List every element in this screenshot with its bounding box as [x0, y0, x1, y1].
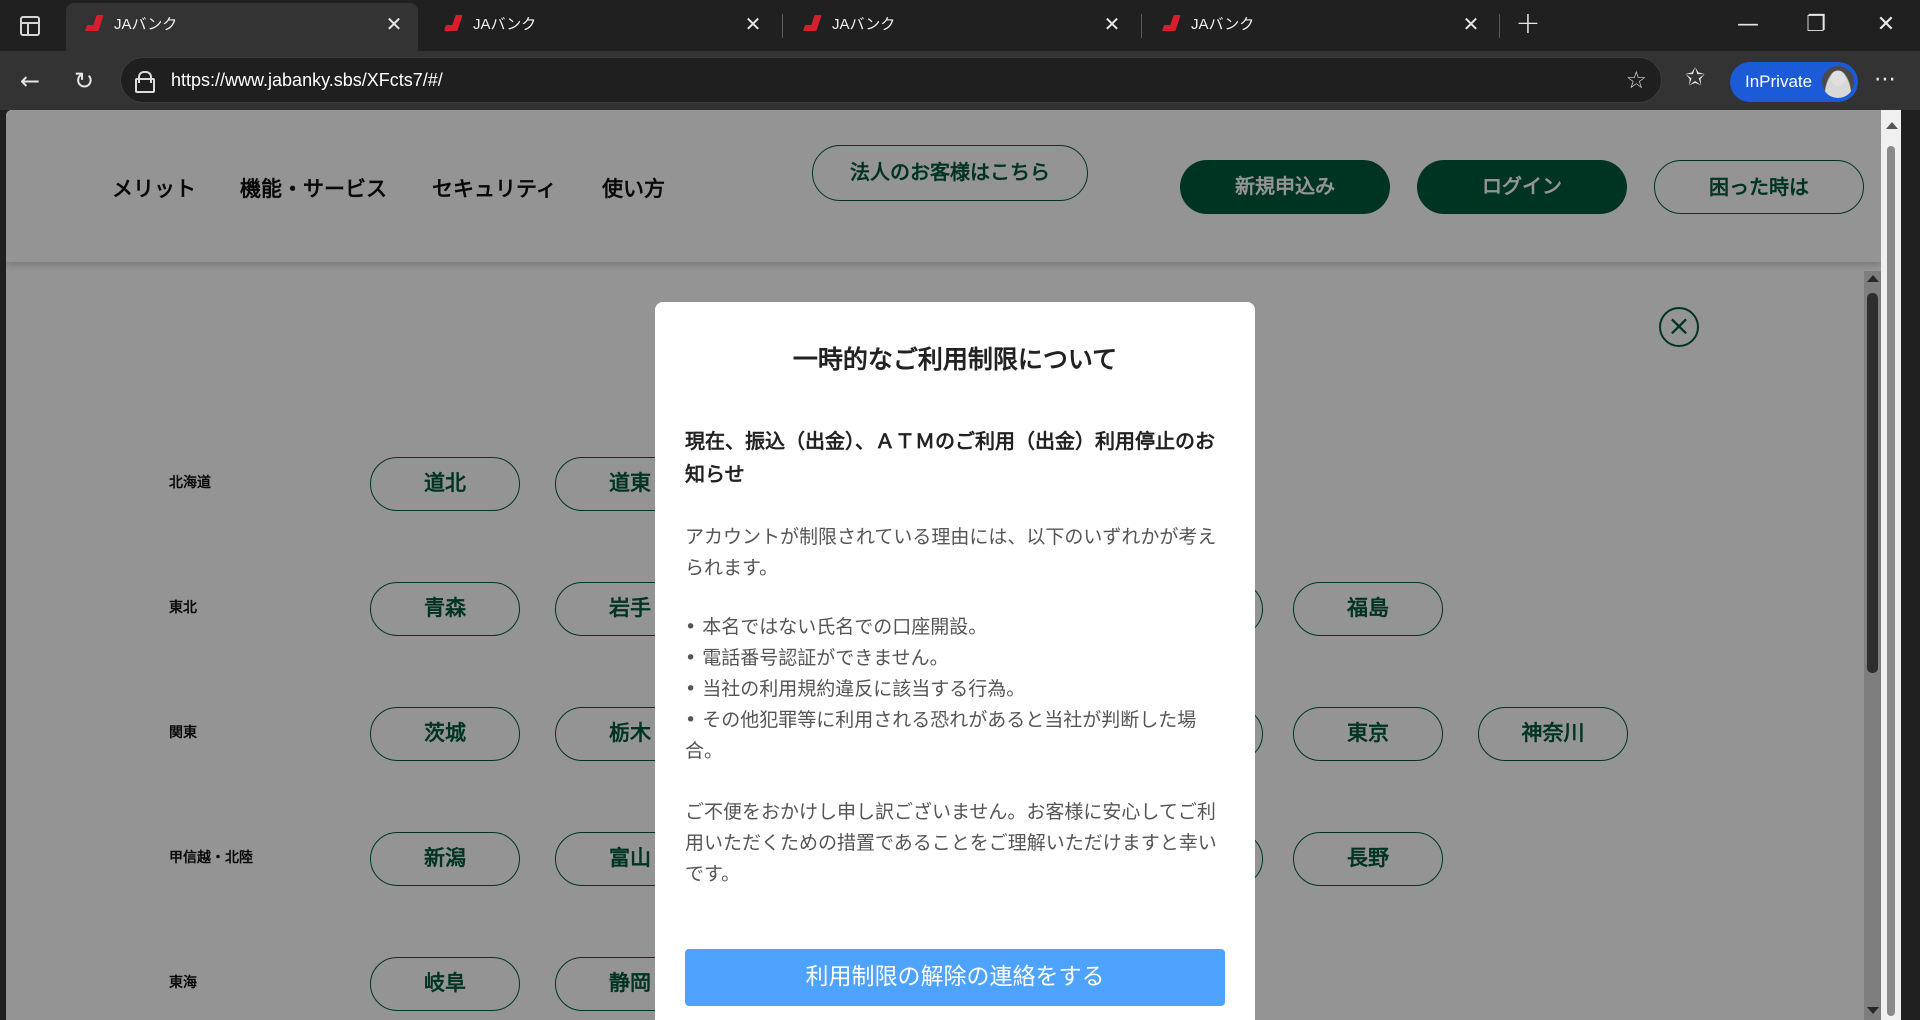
browser-tab-3[interactable]: JAバンク ✕ [784, 0, 1136, 51]
reason-list: • 本名ではない氏名での口座開設。 • 電話番号認証ができません。 • 当社の利… [685, 612, 1230, 767]
reason-item: • 本名ではない氏名での口座開設。 [685, 616, 988, 638]
close-tab-icon[interactable]: ✕ [1461, 14, 1481, 34]
tab-separator [1141, 14, 1142, 38]
browser-tab-4[interactable]: JAバンク ✕ [1143, 0, 1495, 51]
scrollbar-dim [1864, 271, 1881, 1020]
favorite-star-icon[interactable]: ☆ [1625, 67, 1647, 93]
tab-separator [782, 14, 783, 38]
page-viewport: メリット 機能・サービス セキュリティ 使い方 法人のお客様はこちら 新規申込み… [6, 110, 1881, 1020]
close-tab-icon[interactable]: ✕ [1102, 14, 1122, 34]
tab-title: JAバンク [114, 16, 178, 33]
tab-title: JAバンク [1191, 16, 1255, 33]
modal-intro: アカウントが制限されている理由には、以下のいずれかが考えられます。 [685, 526, 1217, 579]
back-icon[interactable]: ← [14, 65, 46, 97]
avatar [1822, 66, 1854, 98]
close-tab-icon[interactable]: ✕ [384, 14, 404, 34]
browser-tab-1[interactable]: JAバンク ✕ [66, 3, 418, 51]
lock-icon[interactable] [135, 71, 155, 93]
ja-logo-icon [804, 14, 826, 34]
window-close-icon[interactable]: ✕ [1858, 8, 1914, 42]
inprivate-button[interactable]: InPrivate [1730, 62, 1858, 102]
restore-icon[interactable]: ❐ [1788, 8, 1844, 42]
ja-logo-icon [445, 14, 467, 34]
modal-title: 一時的なご利用制限について [792, 345, 1118, 374]
inprivate-label: InPrivate [1745, 72, 1813, 91]
refresh-icon[interactable]: ↻ [68, 65, 100, 97]
contact-unlock-button[interactable]: 利用制限の解除の連絡をする [685, 949, 1225, 1006]
reason-item: • その他犯罪等に利用される恐れがあると当社が判断した場合。 [685, 709, 1197, 762]
minimize-icon[interactable]: — [1720, 8, 1776, 42]
browser-tab-2[interactable]: JAバンク ✕ [425, 0, 777, 51]
url-text[interactable]: https://www.jabanky.sbs/XFcts7/#/ [171, 70, 443, 91]
favorites-icon[interactable]: ✩ [1685, 63, 1705, 91]
reason-item: • 当社の利用規約違反に該当する行為。 [685, 678, 1026, 700]
tab-actions-icon[interactable] [16, 12, 44, 40]
scroll-up-icon[interactable] [1886, 122, 1898, 129]
address-bar: ← ↻ https://www.jabanky.sbs/XFcts7/#/ ☆ … [0, 51, 1920, 110]
tab-title: JAバンク [473, 16, 537, 33]
modal-closing: ご不便をおかけし申し訳ございません。お客様に安心してご利用いただくための措置であ… [685, 801, 1217, 885]
reason-item: • 電話番号認証ができません。 [685, 647, 949, 669]
url-field[interactable]: https://www.jabanky.sbs/XFcts7/#/ ☆ [120, 57, 1662, 103]
ja-logo-icon [86, 14, 108, 34]
close-tab-icon[interactable]: ✕ [743, 14, 763, 34]
modal-subtitle: 現在、振込（出金）、ＡＴＭのご利用（出金）利用停止のお知らせ [685, 429, 1215, 486]
new-tab-icon[interactable]: + [1513, 9, 1543, 40]
restriction-modal: 一時的なご利用制限について 現在、振込（出金）、ＡＴＭのご利用（出金）利用停止の… [655, 302, 1255, 1020]
more-options-icon[interactable]: ⋯ [1874, 67, 1897, 92]
scrollbar-thumb[interactable] [1887, 146, 1895, 1016]
browser-scrollbar[interactable] [1881, 110, 1901, 1020]
ja-logo-icon [1163, 14, 1185, 34]
tab-separator [1499, 14, 1500, 38]
tab-strip: JAバンク ✕ JAバンク ✕ JAバンク ✕ JAバンク ✕ + — ❐ ✕ [0, 0, 1920, 51]
tab-title: JAバンク [832, 16, 896, 33]
